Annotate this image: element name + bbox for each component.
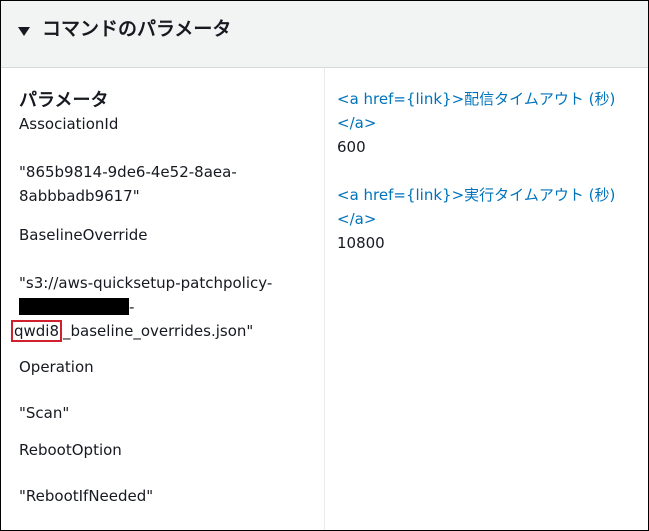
param-value-baseline-override-rest: _baseline_overrides.json" xyxy=(63,322,254,340)
param-value-baseline-override-line1: "s3://aws-quicksetup-patchpolicy- xyxy=(19,274,273,292)
highlighted-text: qwdi8 xyxy=(11,320,63,342)
delivery-timeout-value: 600 xyxy=(337,138,366,156)
panel-header[interactable]: コマンドのパラメータ xyxy=(1,1,648,68)
param-name-reboot-option: RebootOption xyxy=(19,441,122,459)
param-value-reboot-option: "RebootIfNeeded" xyxy=(19,487,154,505)
param-value-baseline-override-line2: - xyxy=(19,295,309,319)
param-value-association-id-line2: 8abbbadb9617" xyxy=(19,187,140,205)
column-divider xyxy=(324,68,325,530)
execution-timeout-link-close[interactable]: </a> xyxy=(337,207,637,231)
redacted-block xyxy=(19,298,129,315)
param-value-baseline-override-dash: - xyxy=(129,298,135,316)
caret-down-icon[interactable] xyxy=(18,27,30,36)
param-name-baseline-override: BaselineOverride xyxy=(19,226,148,244)
param-name-operation: Operation xyxy=(19,358,94,376)
param-value-association-id-line1: "865b9814-9de6-4e52-8aea- xyxy=(19,163,237,181)
parameters-column: パラメータ AssociationId "865b9814-9de6-4e52-… xyxy=(11,89,309,508)
param-name-association-id: AssociationId xyxy=(19,115,119,133)
delivery-timeout-link-close[interactable]: </a> xyxy=(337,111,637,135)
param-value-operation: "Scan" xyxy=(19,404,70,422)
timeouts-column: <a href={link}>配信タイムアウト (秒) </a> 600 <a … xyxy=(337,87,637,255)
panel-title: コマンドのパラメータ xyxy=(42,18,232,40)
delivery-timeout-link[interactable]: <a href={link}>配信タイムアウト (秒) xyxy=(337,87,637,111)
execution-timeout-value: 10800 xyxy=(337,234,385,252)
execution-timeout-link[interactable]: <a href={link}>実行タイムアウト (秒) xyxy=(337,183,637,207)
param-value-baseline-override-line3: qwdi8 _baseline_overrides.json" xyxy=(11,319,309,343)
section-title: パラメータ xyxy=(19,90,109,111)
command-parameters-panel: コマンドのパラメータ パラメータ AssociationId "865b9814… xyxy=(0,0,649,531)
